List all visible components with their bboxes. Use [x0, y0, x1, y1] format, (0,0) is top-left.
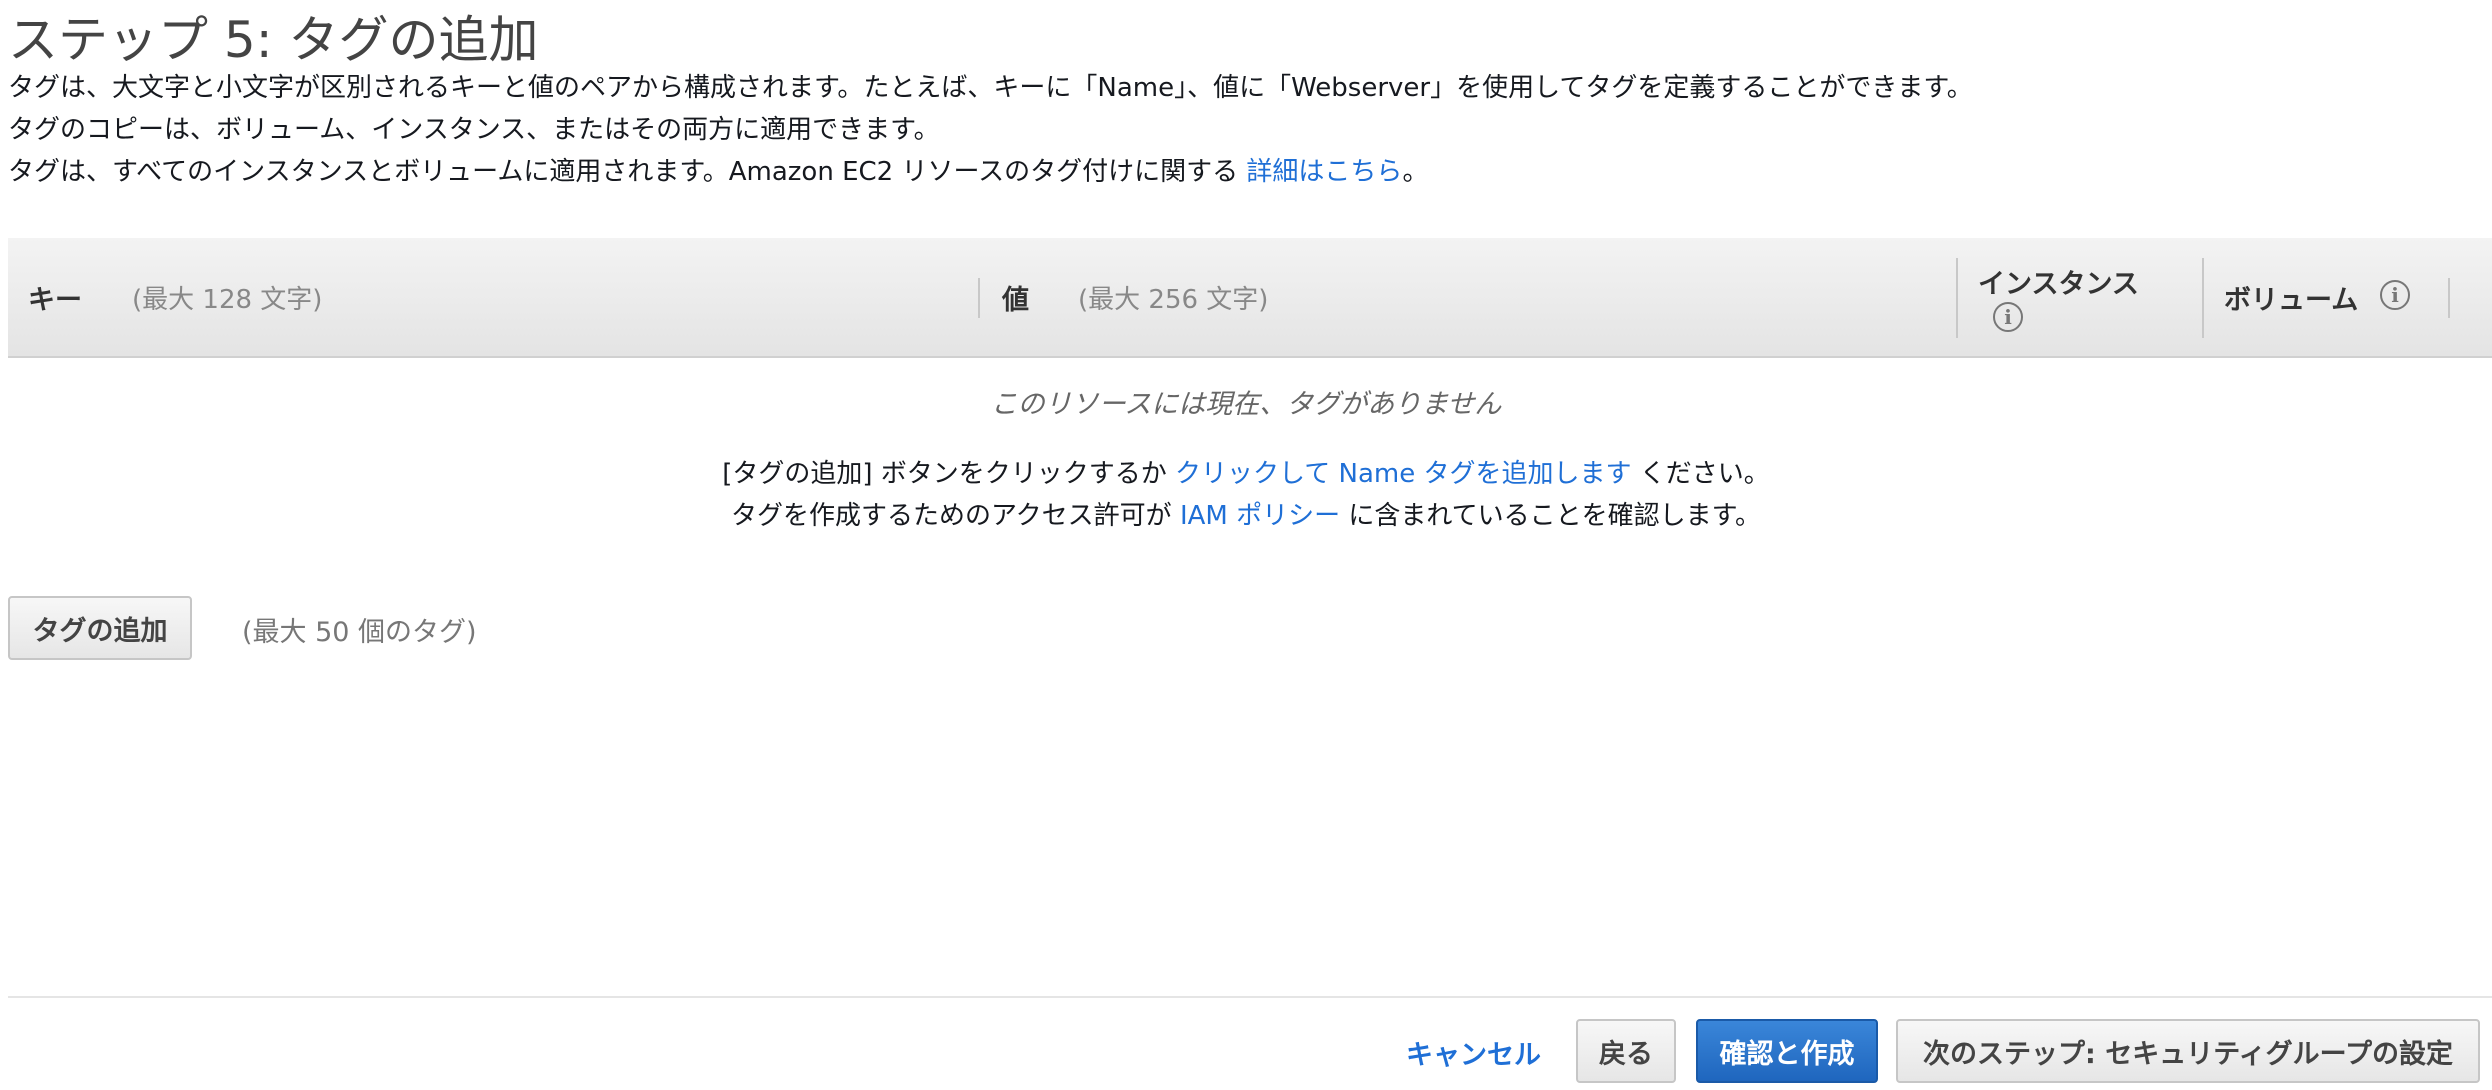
- description-line-1: タグは、大文字と小文字が区別されるキーと値のペアから構成されます。たとえば、キー…: [8, 73, 1973, 103]
- add-tags-step-page: ステップ 5: タグの追加 タグは、大文字と小文字が区別されるキーと値のペアから…: [0, 0, 2492, 1090]
- cancel-link[interactable]: キャンセル: [1406, 1033, 1541, 1072]
- value-column-hint: (最大 256 文字): [1078, 285, 1269, 315]
- key-column-hint: (最大 128 文字): [132, 285, 323, 315]
- empty-state-line-1: [タグの追加] ボタンをクリックするか クリックして Name タグを追加します…: [0, 453, 2492, 490]
- description-line-2: タグのコピーは、ボリューム、インスタンス、またはその両方に適用できます。: [8, 115, 940, 145]
- empty-state-line-2-suffix: に含まれていることを確認します。: [1348, 501, 1761, 531]
- footer-divider: [8, 996, 2492, 998]
- volume-column-header: ボリューム: [2224, 285, 2359, 316]
- learn-more-link[interactable]: 詳細はこちら: [1246, 157, 1402, 187]
- description-line-3-text: タグは、すべてのインスタンスとボリュームに適用されます。Amazon EC2 リ…: [8, 157, 1239, 187]
- value-column-header: 値: [1002, 285, 1029, 316]
- column-separator: [2448, 278, 2450, 318]
- key-column-header: キー: [28, 285, 82, 316]
- add-name-tag-link[interactable]: クリックして Name タグを追加します: [1175, 459, 1631, 489]
- volume-info-icon[interactable]: i: [2380, 280, 2410, 310]
- tag-limit-hint: (最大 50 個のタグ): [242, 617, 477, 648]
- instance-column-header: インスタンス: [1978, 269, 2139, 300]
- column-separator: [2202, 258, 2204, 338]
- column-separator: [978, 278, 980, 318]
- review-and-launch-button[interactable]: 確認と作成: [1696, 1019, 1878, 1083]
- empty-state-line-2-text: タグを作成するためのアクセス許可が: [730, 501, 1172, 531]
- next-configure-security-group-button[interactable]: 次のステップ: セキュリティグループの設定: [1896, 1019, 2480, 1083]
- empty-state-line-1-suffix: ください。: [1639, 459, 1770, 489]
- empty-state-line-1-text: [タグの追加] ボタンをクリックするか: [722, 459, 1167, 489]
- tags-table-header: キー (最大 128 文字) 値 (最大 256 文字) インスタンス i ボリ…: [8, 238, 2492, 358]
- description-line-3-suffix: 。: [1402, 157, 1429, 187]
- description-line-3: タグは、すべてのインスタンスとボリュームに適用されます。Amazon EC2 リ…: [8, 152, 1428, 192]
- back-button[interactable]: 戻る: [1576, 1019, 1676, 1083]
- column-separator: [1956, 258, 1958, 338]
- empty-state-line-2: タグを作成するためのアクセス許可が IAM ポリシー に含まれていることを確認し…: [0, 495, 2492, 532]
- page-title: ステップ 5: タグの追加: [8, 11, 539, 69]
- iam-policy-link[interactable]: IAM ポリシー: [1180, 501, 1340, 531]
- add-tag-button[interactable]: タグの追加: [8, 596, 192, 660]
- instance-info-icon[interactable]: i: [1993, 302, 2023, 332]
- empty-state-title: このリソースには現在、タグがありません: [990, 389, 1502, 420]
